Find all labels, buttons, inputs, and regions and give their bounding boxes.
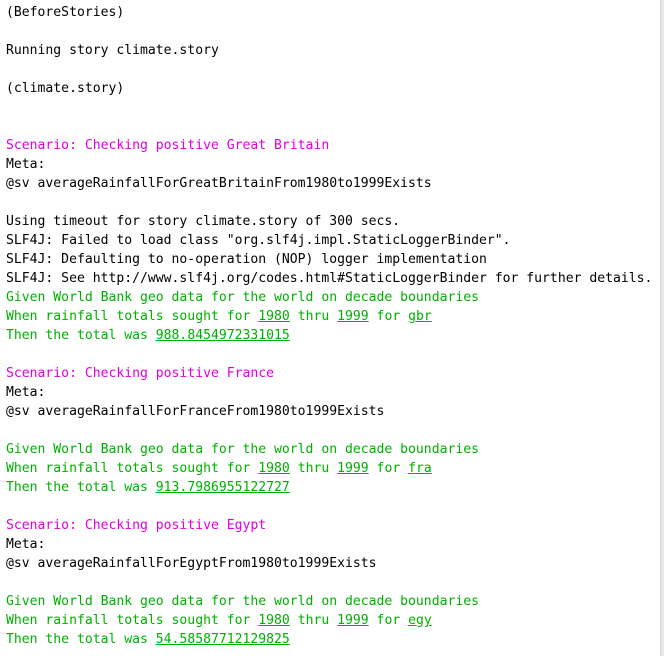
to-year-param: 1999 xyxy=(337,613,369,628)
scenario-title: Scenario: Checking positive France xyxy=(6,366,275,381)
thru-text: thru xyxy=(289,461,338,476)
when-step: When rainfall totals sought for 1980 thr… xyxy=(6,611,660,630)
when-prefix: When rainfall totals sought for xyxy=(6,309,259,324)
for-text: for xyxy=(368,613,409,628)
thru-text: thru xyxy=(289,309,338,324)
then-prefix: Then the total was xyxy=(6,480,156,495)
when-step: When rainfall totals sought for 1980 thr… xyxy=(6,307,660,326)
total-param: 913.7986955122727 xyxy=(155,480,290,495)
then-prefix: Then the total was xyxy=(6,328,156,343)
from-year-param: 1980 xyxy=(258,461,290,476)
meta-label: Meta: xyxy=(6,157,46,172)
meta-value: @sv averageRainfallForGreatBritainFrom19… xyxy=(6,176,432,191)
given-step: Given World Bank geo data for the world … xyxy=(6,442,479,457)
to-year-param: 1999 xyxy=(337,309,369,324)
meta-label: Meta: xyxy=(6,385,46,400)
console-output: (BeforeStories) Running story climate.sto… xyxy=(0,0,660,656)
meta-label: Meta: xyxy=(6,537,46,552)
when-prefix: When rainfall totals sought for xyxy=(6,613,259,628)
country-param: egy xyxy=(408,613,432,628)
then-step: Then the total was 913.7986955122727 xyxy=(6,478,660,497)
log-line: Using timeout for story climate.story of… xyxy=(6,214,401,229)
before-stories-line: (BeforeStories) xyxy=(6,5,125,20)
total-param: 54.58587712129825 xyxy=(155,632,290,647)
running-story-line: Running story climate.story xyxy=(6,43,219,58)
log-line: SLF4J: Defaulting to no-operation (NOP) … xyxy=(6,252,487,267)
when-step: When rainfall totals sought for 1980 thr… xyxy=(6,459,660,478)
from-year-param: 1980 xyxy=(258,613,290,628)
country-param: gbr xyxy=(408,309,432,324)
thru-text: thru xyxy=(289,613,338,628)
meta-value: @sv averageRainfallForEgyptFrom1980to199… xyxy=(6,556,377,571)
for-text: for xyxy=(368,309,409,324)
story-name-line: (climate.story) xyxy=(6,81,125,96)
then-prefix: Then the total was xyxy=(6,632,156,647)
scenario-title: Scenario: Checking positive Great Britai… xyxy=(6,138,330,153)
to-year-param: 1999 xyxy=(337,461,369,476)
meta-value: @sv averageRainfallForFranceFrom1980to19… xyxy=(6,404,385,419)
log-line: SLF4J: See http://www.slf4j.org/codes.ht… xyxy=(6,271,653,286)
total-param: 988.8454972331015 xyxy=(155,328,290,343)
given-step: Given World Bank geo data for the world … xyxy=(6,290,479,305)
for-text: for xyxy=(368,461,409,476)
scenario-title: Scenario: Checking positive Egypt xyxy=(6,518,267,533)
from-year-param: 1980 xyxy=(258,309,290,324)
then-step: Then the total was 54.58587712129825 xyxy=(6,630,660,649)
scrollbar[interactable] xyxy=(660,0,664,656)
log-line: SLF4J: Failed to load class "org.slf4j.i… xyxy=(6,233,511,248)
when-prefix: When rainfall totals sought for xyxy=(6,461,259,476)
given-step: Given World Bank geo data for the world … xyxy=(6,594,479,609)
then-step: Then the total was 988.8454972331015 xyxy=(6,326,660,345)
country-param: fra xyxy=(408,461,432,476)
